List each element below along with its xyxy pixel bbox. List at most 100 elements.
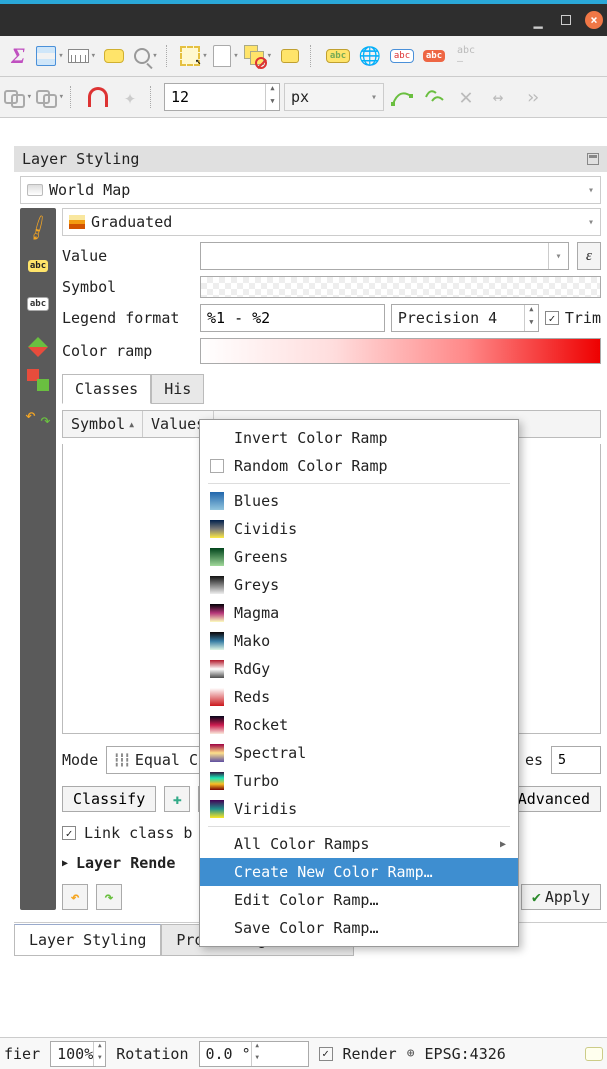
layer-selector[interactable]: World Map ▾ xyxy=(20,176,601,204)
link-2-button[interactable]: ▾ xyxy=(36,83,64,111)
render-checkbox[interactable]: ✓ xyxy=(319,1047,333,1061)
window-maximize-button[interactable] xyxy=(557,11,575,29)
precision-label: Precision 4 xyxy=(398,309,497,327)
label-toolbar-button-1[interactable]: abc xyxy=(388,42,416,70)
value-label: Value xyxy=(62,247,192,265)
render-label: Render xyxy=(343,1045,397,1063)
menu-save-ramp[interactable]: Save Color Ramp… xyxy=(200,914,518,942)
legend-format-input[interactable] xyxy=(200,304,385,332)
renderer-combo[interactable]: Graduated ▾ xyxy=(62,208,601,236)
zoom-button[interactable]: ▾ xyxy=(132,42,160,70)
label-toolbar-button-2[interactable]: abc xyxy=(420,42,448,70)
history-icon[interactable] xyxy=(26,406,50,430)
disabled-tool-3: ›› xyxy=(516,83,544,111)
crs-label[interactable]: EPSG:4326 xyxy=(425,1045,506,1063)
check-icon: ✔ xyxy=(532,888,541,906)
panel-dock-icon[interactable] xyxy=(587,153,599,165)
tab-histogram[interactable]: His xyxy=(151,374,204,404)
symbol-preview-button[interactable] xyxy=(200,276,601,298)
panel-title: Layer Styling xyxy=(22,150,139,168)
avoid-overlap-button[interactable] xyxy=(420,83,448,111)
map-tips-button[interactable] xyxy=(100,42,128,70)
magnifier-label: fier xyxy=(4,1045,40,1063)
link-boundaries-label: Link class b xyxy=(84,824,192,842)
toolbar-digitize: ▾ ▾ ✦ ▲▼ px ▾ ✕ ↔ ›› xyxy=(0,77,607,118)
add-class-button[interactable]: ✚ xyxy=(164,786,190,812)
layer-rendering-label[interactable]: Layer Rende xyxy=(76,854,175,872)
topology-button[interactable] xyxy=(388,83,416,111)
menu-create-ramp[interactable]: Create New Color Ramp… xyxy=(200,858,518,886)
advanced-button[interactable]: Advanced xyxy=(507,786,601,812)
window-close-button[interactable]: × xyxy=(585,11,603,29)
snap-units-combo[interactable]: px ▾ xyxy=(284,83,384,111)
measure-button[interactable]: ▾ xyxy=(68,42,96,70)
symbology-icon[interactable]: 🖌 xyxy=(22,212,55,245)
apply-button[interactable]: ✔ Apply xyxy=(521,884,601,910)
tab-layer-styling[interactable]: Layer Styling xyxy=(14,924,161,956)
layer-rendering-disclose-icon[interactable]: ▶ xyxy=(62,858,68,869)
select-by-expression-button[interactable]: ▾ xyxy=(212,42,240,70)
messages-icon[interactable] xyxy=(585,1047,603,1061)
menu-ramp-greys[interactable]: Greys xyxy=(200,571,518,599)
tab-classes[interactable]: Classes xyxy=(62,374,151,404)
menu-ramp-spectral[interactable]: Spectral xyxy=(200,739,518,767)
label-layer-button[interactable]: abc xyxy=(324,42,352,70)
rotation-label: Rotation xyxy=(116,1045,188,1063)
redo-style-button[interactable]: ↷ xyxy=(96,884,122,910)
menu-ramp-reds[interactable]: Reds xyxy=(200,683,518,711)
menu-ramp-cividis[interactable]: Cividis xyxy=(200,515,518,543)
column-symbol[interactable]: Symbol▲ xyxy=(63,411,143,437)
link-button[interactable]: ▾ xyxy=(4,83,32,111)
mode-value: Equal C xyxy=(135,751,198,769)
crs-icon[interactable]: ⊕ xyxy=(407,1046,415,1061)
diagram-button[interactable]: 🌐 xyxy=(356,42,384,70)
snapping-button[interactable] xyxy=(84,83,112,111)
status-bar: fier 100% ▲▼ Rotation 0.0 ° ▲▼ ✓ Render … xyxy=(0,1037,607,1069)
classes-count-input[interactable] xyxy=(551,746,601,774)
window-minimize-button[interactable]: ▁ xyxy=(529,11,547,29)
menu-ramp-rocket[interactable]: Rocket xyxy=(200,711,518,739)
window-titlebar: ▁ × xyxy=(0,0,607,36)
style-category-rail: 🖌 abc abc xyxy=(20,208,56,910)
renderer-label: Graduated xyxy=(91,213,172,231)
magnifier-spinbox[interactable]: 100% ▲▼ xyxy=(50,1041,106,1067)
menu-ramp-turbo[interactable]: Turbo xyxy=(200,767,518,795)
expression-button[interactable]: ε xyxy=(577,242,601,270)
select-features-button[interactable]: ↖▾ xyxy=(180,42,208,70)
menu-ramp-blues[interactable]: Blues xyxy=(200,487,518,515)
menu-ramp-greens[interactable]: Greens xyxy=(200,543,518,571)
labels-icon[interactable]: abc xyxy=(26,254,50,278)
menu-ramp-rdgy[interactable]: RdGy xyxy=(200,655,518,683)
select-all-button[interactable] xyxy=(276,42,304,70)
menu-ramp-magma[interactable]: Magma xyxy=(200,599,518,627)
menu-edit-ramp[interactable]: Edit Color Ramp… xyxy=(200,886,518,914)
rotation-spinbox[interactable]: 0.0 ° ▲▼ xyxy=(199,1041,309,1067)
graduated-icon xyxy=(69,215,85,229)
color-ramp-menu: Invert Color Ramp Random Color Ramp Blue… xyxy=(199,419,519,947)
attribute-table-button[interactable]: ▾ xyxy=(36,42,64,70)
masks-icon[interactable]: abc xyxy=(26,292,50,316)
trim-label: Trim xyxy=(565,309,601,327)
precision-spinbox[interactable]: Precision 4 ▲▼ xyxy=(391,304,539,332)
link-boundaries-checkbox[interactable]: ✓ xyxy=(62,826,76,840)
menu-random-ramp[interactable]: Random Color Ramp xyxy=(200,452,518,480)
label-toolbar-button-3: abc— xyxy=(452,42,480,70)
menu-ramp-mako[interactable]: Mako xyxy=(200,627,518,655)
color-ramp-button[interactable] xyxy=(200,338,601,364)
deselect-button[interactable]: ▾ xyxy=(244,42,272,70)
value-field-combo[interactable]: ▾ xyxy=(200,242,569,270)
disabled-tool-1: ✕ xyxy=(452,83,480,111)
snap-tolerance-input[interactable] xyxy=(165,85,265,109)
undo-style-button[interactable]: ↶ xyxy=(62,884,88,910)
trim-checkbox[interactable]: ✓ xyxy=(545,311,559,325)
menu-ramp-viridis[interactable]: Viridis xyxy=(200,795,518,823)
statistics-icon[interactable]: Σ xyxy=(4,42,32,70)
classes-label: es xyxy=(525,751,543,769)
diagrams-rail-icon[interactable] xyxy=(26,368,50,392)
3d-view-icon[interactable] xyxy=(26,330,50,354)
mode-label: Mode xyxy=(62,751,98,769)
menu-invert-ramp[interactable]: Invert Color Ramp xyxy=(200,424,518,452)
snap-tolerance-spinbox[interactable]: ▲▼ xyxy=(164,83,280,111)
classify-button[interactable]: Classify xyxy=(62,786,156,812)
menu-all-ramps[interactable]: All Color Ramps▶ xyxy=(200,830,518,858)
